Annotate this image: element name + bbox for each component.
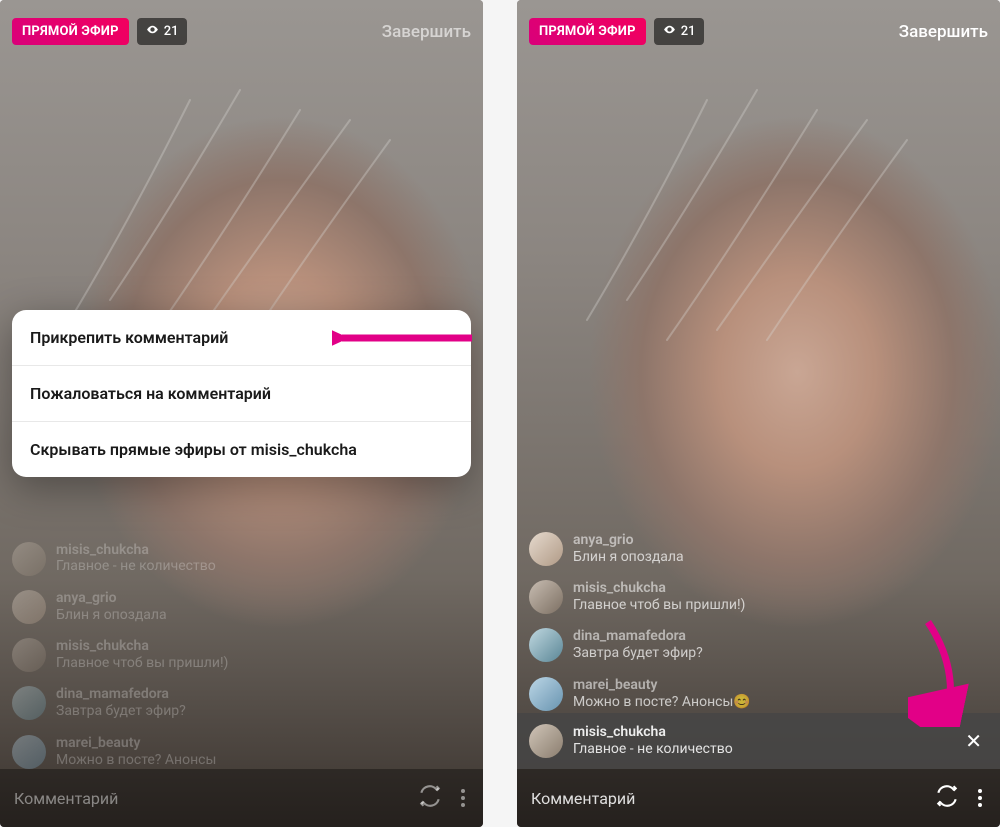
comment-item[interactable]: dina_mamafedoraЗавтра будет эфир? xyxy=(12,686,471,720)
eye-icon xyxy=(663,23,676,40)
avatar xyxy=(529,580,563,614)
pinned-body: Главное - не количество xyxy=(573,741,733,759)
comment-body: Можно в посте? Анонсы😊 xyxy=(573,694,751,712)
camera-flip-icon[interactable] xyxy=(934,783,960,813)
comment-user: anya_grio xyxy=(573,532,684,549)
comment-item[interactable]: dina_mamafedoraЗавтра будет эфир? xyxy=(529,628,988,662)
bottom-bar: Комментарий xyxy=(0,769,483,827)
eye-icon xyxy=(146,23,159,40)
viewer-count-badge[interactable]: 21 xyxy=(137,18,188,45)
comment-body: Можно в посте? Анонсы xyxy=(56,752,216,770)
avatar xyxy=(529,724,563,758)
avatar xyxy=(12,542,46,576)
comment-body: Блин я опоздала xyxy=(56,607,167,625)
menu-item-pin-comment[interactable]: Прикрепить комментарий xyxy=(12,310,471,366)
comment-list: anya_grioБлин я опоздала misis_chukchaГл… xyxy=(517,532,1000,711)
comment-user: dina_mamafedora xyxy=(573,628,703,645)
end-live-button[interactable]: Завершить xyxy=(382,22,471,42)
comment-body: Главное чтоб вы пришли!) xyxy=(573,597,745,615)
comment-body: Завтра будет эфир? xyxy=(573,645,703,663)
comment-list: misis_chukchaГлавное - не количество any… xyxy=(0,542,483,769)
avatar xyxy=(529,628,563,662)
comment-user: anya_grio xyxy=(56,590,167,607)
comment-item[interactable]: misis_chukchaГлавное - не количество xyxy=(12,542,471,576)
comment-body: Блин я опоздала xyxy=(573,549,684,567)
comment-user: misis_chukcha xyxy=(56,542,216,559)
context-menu: Прикрепить комментарий Пожаловаться на к… xyxy=(12,310,471,477)
background-decor xyxy=(567,40,947,360)
comment-item[interactable]: marei_beautyМожно в посте? Анонсы xyxy=(12,735,471,769)
comment-user: marei_beauty xyxy=(573,677,751,694)
comment-user: misis_chukcha xyxy=(56,638,228,655)
bottom-bar: Комментарий xyxy=(517,769,1000,827)
end-live-button[interactable]: Завершить xyxy=(899,22,988,42)
avatar xyxy=(529,677,563,711)
pinned-user: misis_chukcha xyxy=(573,724,733,741)
topbar: ПРЯМОЙ ЭФИР 21 Завершить xyxy=(517,0,1000,55)
menu-item-hide-lives[interactable]: Скрывать прямые эфиры от misis_chukcha xyxy=(12,422,471,477)
live-badge: ПРЯМОЙ ЭФИР xyxy=(12,18,129,45)
comment-item[interactable]: misis_chukchaГлавное чтоб вы пришли!) xyxy=(529,580,988,614)
topbar: ПРЯМОЙ ЭФИР 21 Завершить xyxy=(0,0,483,55)
avatar xyxy=(12,686,46,720)
viewer-count-value: 21 xyxy=(681,24,696,39)
pinned-comment[interactable]: misis_chukchaГлавное - не количество ✕ xyxy=(517,713,1000,769)
comment-body: Завтра будет эфир? xyxy=(56,703,186,721)
comment-body: Главное чтоб вы пришли!) xyxy=(56,655,228,673)
comment-item[interactable]: marei_beautyМожно в посте? Анонсы😊 xyxy=(529,677,988,711)
avatar xyxy=(529,532,563,566)
viewer-count-badge[interactable]: 21 xyxy=(654,18,705,45)
avatar xyxy=(12,590,46,624)
more-options-icon[interactable] xyxy=(974,785,986,811)
comment-user: misis_chukcha xyxy=(573,580,745,597)
close-icon[interactable]: ✕ xyxy=(959,723,988,759)
comment-user: marei_beauty xyxy=(56,735,216,752)
menu-item-report-comment[interactable]: Пожаловаться на комментарий xyxy=(12,366,471,422)
comment-body: Главное - не количество xyxy=(56,558,216,576)
comment-input[interactable]: Комментарий xyxy=(14,789,403,808)
viewer-count-value: 21 xyxy=(164,24,179,39)
avatar xyxy=(12,735,46,769)
phone-right: ПРЯМОЙ ЭФИР 21 Завершить anya_grioБлин я… xyxy=(517,0,1000,827)
comment-input[interactable]: Комментарий xyxy=(531,789,920,808)
comment-item[interactable]: anya_grioБлин я опоздала xyxy=(529,532,988,566)
comment-item[interactable]: misis_chukchaГлавное чтоб вы пришли!) xyxy=(12,638,471,672)
avatar xyxy=(12,638,46,672)
phone-left: ПРЯМОЙ ЭФИР 21 Завершить misis_chukchaГл… xyxy=(0,0,483,827)
camera-flip-icon[interactable] xyxy=(417,783,443,813)
live-badge: ПРЯМОЙ ЭФИР xyxy=(529,18,646,45)
comment-item[interactable]: anya_grioБлин я опоздала xyxy=(12,590,471,624)
more-options-icon[interactable] xyxy=(457,785,469,811)
comment-user: dina_mamafedora xyxy=(56,686,186,703)
